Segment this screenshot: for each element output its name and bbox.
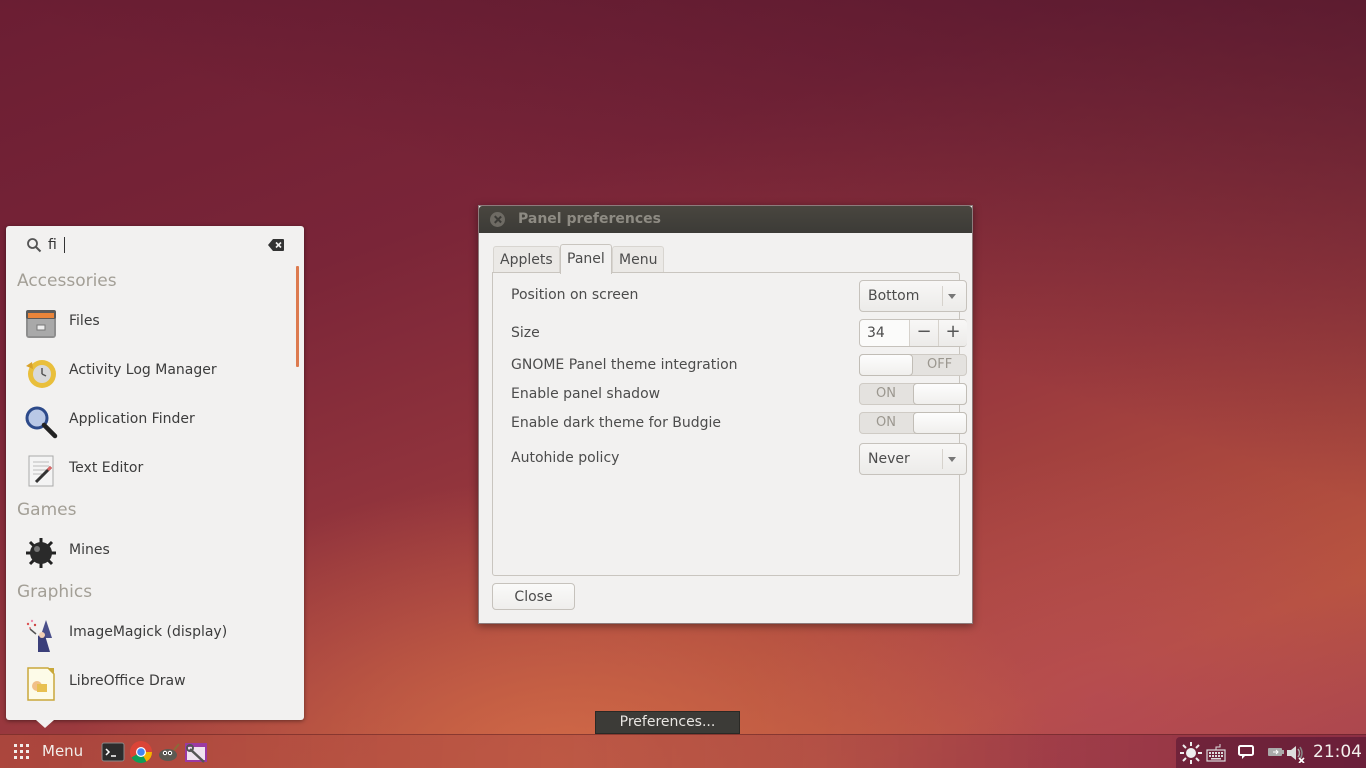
history-clock-icon <box>26 360 56 388</box>
panel-preferences-dialog: Panel preferences Applets Panel Menu Pos… <box>478 205 973 624</box>
divider <box>942 449 943 469</box>
app-item-text-editor[interactable]: Text Editor <box>6 447 291 493</box>
autohide-value: Never <box>868 451 910 467</box>
size-decrement-button[interactable]: − <box>909 320 938 346</box>
chevron-down-icon <box>948 457 956 462</box>
autohide-label: Autohide policy <box>511 450 620 466</box>
search-icon <box>27 238 42 253</box>
size-spinner: − + <box>859 319 967 347</box>
clear-search-icon[interactable] <box>268 239 284 251</box>
app-item-imagemagick[interactable]: ImageMagick (display) <box>6 611 291 657</box>
switch-knob <box>913 383 967 405</box>
app-grid-icon <box>14 744 29 759</box>
keyboard-icon[interactable] <box>1206 744 1226 762</box>
app-label: Files <box>69 313 100 329</box>
category-accessories: Accessories <box>17 271 117 291</box>
tab-menu[interactable]: Menu <box>612 246 665 273</box>
menu-search-row <box>6 226 304 264</box>
dark-theme-switch[interactable]: ON <box>859 412 967 434</box>
app-item-application-finder[interactable]: Application Finder <box>6 398 291 444</box>
chat-icon[interactable] <box>1238 744 1254 760</box>
dialog-title: Panel preferences <box>518 211 661 227</box>
system-tray: 21:04 <box>1176 737 1366 768</box>
dialog-titlebar[interactable]: Panel preferences <box>479 206 972 233</box>
position-value: Bottom <box>868 288 920 304</box>
category-graphics: Graphics <box>17 582 93 602</box>
chrome-icon[interactable] <box>129 740 153 764</box>
tab-panel[interactable]: Panel <box>560 244 612 274</box>
menu-label: Menu <box>42 742 84 760</box>
category-games: Games <box>17 500 77 520</box>
text-caret <box>64 237 65 253</box>
app-label: Activity Log Manager <box>69 362 217 378</box>
panel-shadow-switch[interactable]: ON <box>859 383 967 405</box>
size-increment-button[interactable]: + <box>938 320 967 346</box>
switch-state: OFF <box>927 357 953 372</box>
wizard-icon <box>26 619 52 652</box>
gimp-icon[interactable] <box>156 740 180 764</box>
close-button[interactable]: Close <box>492 583 575 610</box>
divider <box>942 286 943 306</box>
app-label: Application Finder <box>69 411 195 427</box>
app-item-mines[interactable]: Mines <box>6 529 291 575</box>
clock[interactable]: 21:04 <box>1313 742 1362 762</box>
volume-muted-icon[interactable] <box>1286 743 1306 763</box>
switch-state: ON <box>876 386 896 401</box>
panel-shadow-label: Enable panel shadow <box>511 386 661 402</box>
libreoffice-draw-icon <box>27 667 55 701</box>
app-item-libreoffice-draw[interactable]: LibreOffice Draw <box>6 660 291 706</box>
app-label: ImageMagick (display) <box>69 624 228 640</box>
size-label: Size <box>511 325 540 341</box>
brightness-icon[interactable] <box>1180 742 1202 764</box>
switch-knob <box>859 354 913 376</box>
app-label: LibreOffice Draw <box>69 673 186 689</box>
dark-theme-label: Enable dark theme for Budgie <box>511 415 722 431</box>
terminal-icon[interactable] <box>101 740 125 764</box>
battery-icon[interactable] <box>1268 747 1284 757</box>
size-input[interactable] <box>867 325 907 341</box>
window-close-icon[interactable] <box>490 212 505 227</box>
gnome-theme-switch[interactable]: OFF <box>859 354 967 376</box>
tab-applets[interactable]: Applets <box>493 246 560 273</box>
preferences-tooltip: Preferences... <box>595 711 740 734</box>
bottom-panel: Menu 21:04 <box>0 734 1366 768</box>
app-item-files[interactable]: Files <box>6 300 291 346</box>
text-editor-icon <box>28 455 54 487</box>
chevron-down-icon <box>948 294 956 299</box>
panel-settings-page: Position on screen Bottom Size − + GNOME… <box>492 272 967 576</box>
gnome-theme-label: GNOME Panel theme integration <box>511 357 738 373</box>
mine-icon <box>26 538 56 568</box>
position-dropdown[interactable]: Bottom <box>859 280 967 312</box>
position-label: Position on screen <box>511 287 639 303</box>
menu-search-input[interactable] <box>48 234 268 256</box>
app-item-activity-log-manager[interactable]: Activity Log Manager <box>6 349 291 395</box>
switch-knob <box>913 412 967 434</box>
settings-tool-icon[interactable] <box>184 740 208 764</box>
file-cabinet-icon <box>26 310 56 338</box>
app-label: Text Editor <box>69 460 144 476</box>
app-label: Mines <box>69 542 110 558</box>
magnifier-icon <box>25 406 58 439</box>
switch-state: ON <box>876 415 896 430</box>
app-menu-popup: Accessories Files Activity Log Manager A… <box>6 226 304 728</box>
autohide-dropdown[interactable]: Never <box>859 443 967 475</box>
menu-scrollbar[interactable] <box>296 266 299 367</box>
